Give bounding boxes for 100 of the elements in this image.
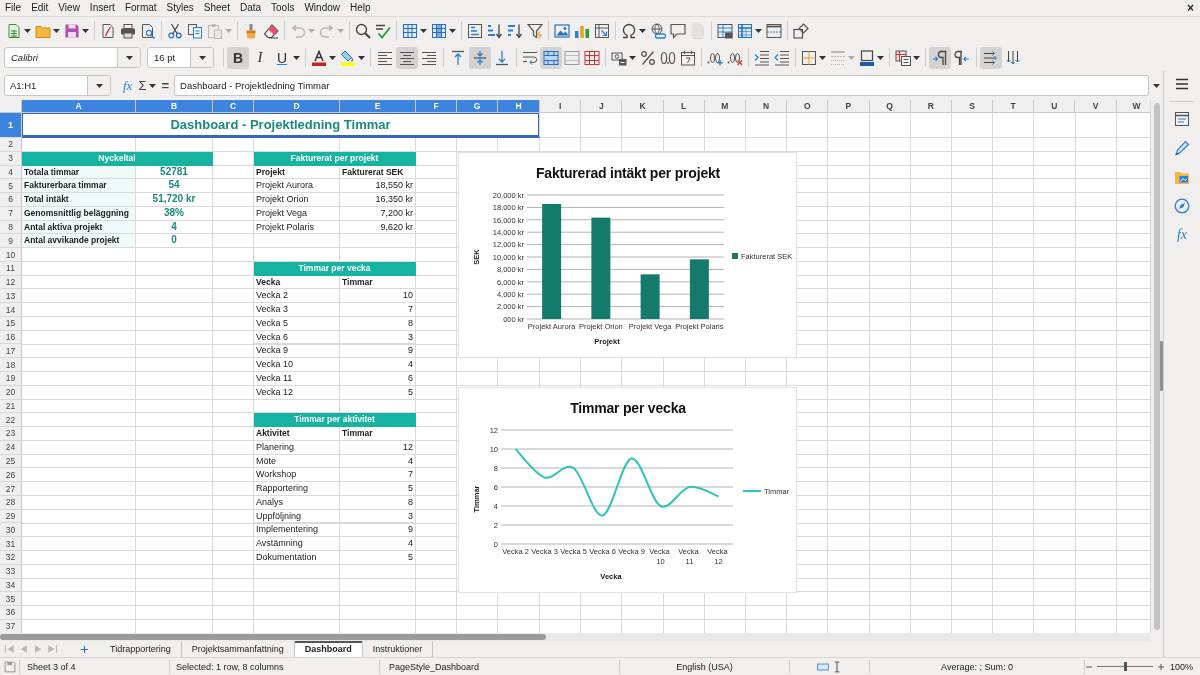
table-grid-icon[interactable] xyxy=(402,22,418,39)
horizontal-scrollbar[interactable] xyxy=(0,633,1150,641)
close-button[interactable]: × xyxy=(1187,1,1194,15)
menu-item[interactable]: Styles xyxy=(161,1,199,15)
caret-icon[interactable] xyxy=(82,28,89,33)
pivot-table-icon[interactable] xyxy=(594,22,610,39)
row-header[interactable]: 26 xyxy=(0,468,22,483)
column-header[interactable]: G xyxy=(457,100,498,113)
sort-icon[interactable] xyxy=(467,22,483,39)
scroll-thumb[interactable] xyxy=(1154,103,1160,630)
percent-icon[interactable] xyxy=(640,49,656,66)
pen-icon[interactable] xyxy=(1174,140,1190,156)
column-header[interactable]: L xyxy=(663,100,705,113)
magnifier-icon[interactable] xyxy=(355,22,371,39)
column-header[interactable]: K xyxy=(622,100,664,113)
properties-icon[interactable] xyxy=(1174,111,1190,127)
split-window-icon[interactable] xyxy=(766,22,782,39)
column-header[interactable]: J xyxy=(581,100,623,113)
eraser-icon[interactable] xyxy=(263,22,279,39)
scroll-thumb[interactable] xyxy=(0,634,546,640)
wrap-text-icon[interactable] xyxy=(522,49,538,66)
menu-item[interactable]: Edit xyxy=(26,1,54,15)
column-header[interactable]: B xyxy=(136,100,213,113)
row-header[interactable]: 19 xyxy=(0,372,22,386)
row-header[interactable]: 13 xyxy=(0,289,22,304)
zoom-level[interactable]: 100% xyxy=(1170,661,1194,672)
dropdown-button[interactable] xyxy=(117,48,140,67)
menu-item[interactable]: Sheet xyxy=(198,1,235,15)
row-header[interactable]: 17 xyxy=(0,344,22,359)
sum-button[interactable]: Σ xyxy=(138,78,147,93)
caret-icon[interactable] xyxy=(329,55,336,60)
sort-ascending-icon[interactable] xyxy=(487,22,503,39)
column-header[interactable]: E xyxy=(340,100,416,113)
caret-icon[interactable] xyxy=(420,28,427,33)
status-text[interactable]: PageStyle_Dashboard xyxy=(389,661,480,672)
caret-icon[interactable] xyxy=(358,55,365,60)
merge-cells-icon[interactable] xyxy=(564,49,580,66)
row-header[interactable]: 30 xyxy=(0,523,22,538)
menu-item[interactable]: Format xyxy=(119,1,162,15)
row-header[interactable]: 2 xyxy=(0,138,22,152)
row-header[interactable]: 31 xyxy=(0,537,22,551)
compass-icon[interactable] xyxy=(1174,198,1190,214)
font-size-field[interactable]: 16 pt xyxy=(147,47,214,68)
vertical-scrollbar[interactable] xyxy=(1150,100,1163,633)
caret-icon[interactable] xyxy=(755,28,762,33)
printer-icon[interactable] xyxy=(120,22,136,39)
indent-icon[interactable] xyxy=(754,49,770,66)
copy-icon[interactable] xyxy=(187,22,203,39)
column-header[interactable]: F xyxy=(416,100,457,113)
dropdown-button[interactable] xyxy=(190,48,213,67)
plus-icon[interactable] xyxy=(1157,662,1165,671)
globe-link-icon[interactable] xyxy=(650,22,666,39)
italic-button[interactable]: I xyxy=(249,46,271,69)
column-header[interactable]: S xyxy=(951,100,994,113)
caret-icon[interactable] xyxy=(53,28,60,33)
sheet-tab[interactable]: Projektsammanfattning xyxy=(181,641,295,657)
underline-button[interactable]: U xyxy=(271,46,293,69)
caret-icon[interactable] xyxy=(449,28,456,33)
menu-item[interactable]: File xyxy=(0,1,27,15)
functions-button[interactable]: fx xyxy=(1176,227,1188,243)
column-header[interactable]: H xyxy=(498,100,540,113)
sheet-tab[interactable]: Instruktioner xyxy=(362,641,434,657)
column-header[interactable]: C xyxy=(213,100,254,113)
menu-item[interactable]: Insert xyxy=(84,1,120,15)
formula-input[interactable]: Dashboard - Projektledning Timmar xyxy=(174,75,1150,96)
pdf-document-icon[interactable] xyxy=(100,22,116,39)
sidebar-handle[interactable] xyxy=(1160,341,1163,391)
caret-icon[interactable] xyxy=(913,55,920,60)
spreadsheet-icon[interactable] xyxy=(6,22,22,39)
print-range-icon[interactable] xyxy=(717,22,733,39)
row-header[interactable]: 9 xyxy=(0,234,22,249)
highlighter-icon[interactable] xyxy=(340,49,356,66)
row-header[interactable]: 5 xyxy=(0,179,22,194)
bold-button[interactable]: B xyxy=(227,46,249,69)
text-left-to-right-button[interactable] xyxy=(980,46,1002,69)
row-header[interactable]: 27 xyxy=(0,482,22,496)
caret-icon[interactable] xyxy=(198,55,206,60)
column-header[interactable]: M xyxy=(704,100,746,113)
left-to-right-button[interactable] xyxy=(929,46,951,69)
column-header[interactable]: A xyxy=(22,100,136,113)
row-header[interactable]: 22 xyxy=(0,413,22,428)
row-header[interactable]: 6 xyxy=(0,193,22,207)
sheet-tab[interactable]: Tidrapportering xyxy=(100,641,182,657)
row-header[interactable]: 36 xyxy=(0,606,22,620)
banknote-icon[interactable] xyxy=(611,49,627,66)
column-header[interactable]: T xyxy=(993,100,1035,113)
column-header[interactable]: P xyxy=(828,100,870,113)
caret-icon[interactable] xyxy=(125,55,133,60)
decimal-number-icon[interactable] xyxy=(660,49,676,66)
shapes-icon[interactable] xyxy=(793,22,809,39)
align-middle-button[interactable] xyxy=(469,46,491,69)
dropdown-button[interactable] xyxy=(87,76,110,95)
menu-item[interactable]: Data xyxy=(234,1,267,15)
outdent-icon[interactable] xyxy=(774,49,790,66)
conditional-format-icon[interactable] xyxy=(895,49,911,66)
image-icon[interactable] xyxy=(554,22,570,39)
row-header[interactable]: 1 xyxy=(0,113,22,138)
column-header[interactable]: Q xyxy=(869,100,911,113)
menu-icon[interactable] xyxy=(1174,76,1190,92)
caret-icon[interactable] xyxy=(629,55,636,60)
